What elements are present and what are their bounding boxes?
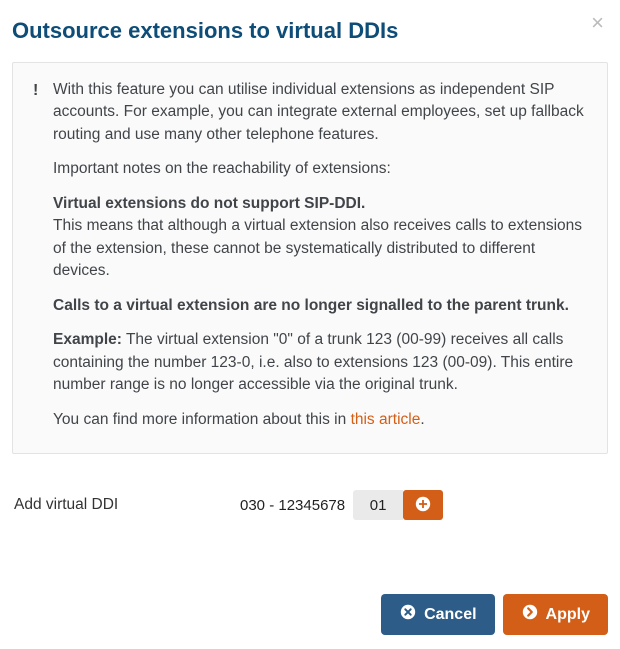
extension-input[interactable] xyxy=(353,490,403,520)
info-intro: With this feature you can utilise indivi… xyxy=(53,79,589,146)
modal-title: Outsource extensions to virtual DDIs xyxy=(12,18,608,44)
info-no-parent-signal: Calls to a virtual extension are no long… xyxy=(53,295,589,317)
arrow-circle-icon xyxy=(521,603,539,626)
info-example-label: Example: xyxy=(53,331,122,348)
info-more-prefix: You can find more information about this… xyxy=(53,411,351,428)
info-no-sip-ddi-detail: This means that although a virtual exten… xyxy=(53,217,582,279)
add-virtual-ddi-label: Add virtual DDI xyxy=(14,496,214,514)
info-more-suffix: . xyxy=(420,411,424,428)
warning-icon: ! xyxy=(33,79,38,102)
info-no-sip-ddi: Virtual extensions do not support SIP-DD… xyxy=(53,193,589,283)
plus-circle-icon xyxy=(414,495,432,516)
dialog-footer: Cancel Apply xyxy=(381,594,608,635)
info-example: Example: The virtual extension "0" of a … xyxy=(53,329,589,396)
close-icon[interactable]: × xyxy=(591,12,604,34)
close-circle-icon xyxy=(399,603,417,626)
apply-button[interactable]: Apply xyxy=(503,594,608,635)
apply-button-label: Apply xyxy=(546,606,590,624)
info-example-text: The virtual extension "0" of a trunk 123… xyxy=(53,331,573,393)
info-box: ! With this feature you can utilise indi… xyxy=(12,62,608,454)
add-button[interactable] xyxy=(403,490,443,520)
cancel-button-label: Cancel xyxy=(424,606,476,624)
info-more: You can find more information about this… xyxy=(53,409,589,431)
info-no-sip-ddi-bold: Virtual extensions do not support SIP-DD… xyxy=(53,195,365,212)
info-notes-heading: Important notes on the reachability of e… xyxy=(53,158,589,180)
number-prefix: 030 - 12345678 xyxy=(240,497,345,514)
info-article-link[interactable]: this article xyxy=(351,411,421,428)
add-virtual-ddi-row: Add virtual DDI 030 - 12345678 xyxy=(12,484,608,526)
cancel-button[interactable]: Cancel xyxy=(381,594,494,635)
